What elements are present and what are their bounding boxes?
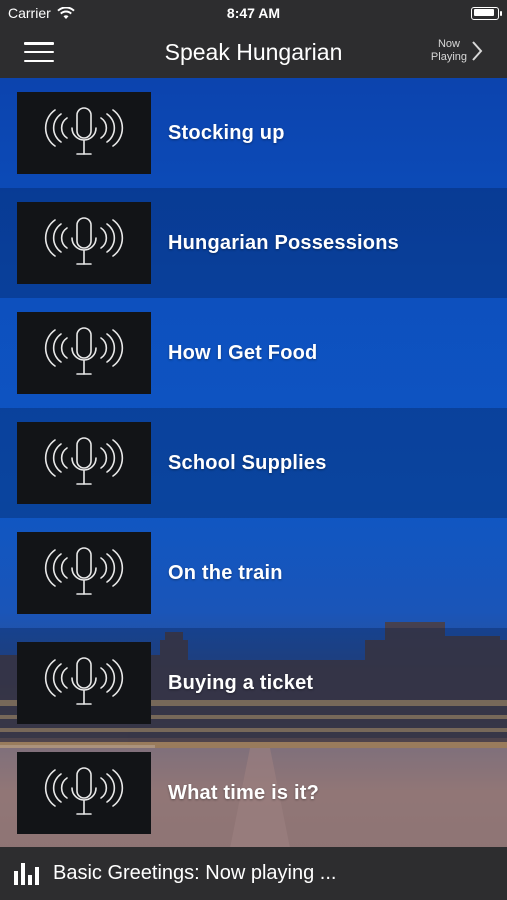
lesson-thumbnail [17,752,151,834]
lesson-thumbnail [17,642,151,724]
status-bar: Carrier 8:47 AM [0,0,507,26]
microphone-icon [44,437,124,485]
chevron-right-icon [472,41,483,61]
equalizer-icon [14,862,39,885]
microphone-icon [44,327,124,375]
navigation-bar: Speak Hungarian Now Playing [0,26,507,78]
lesson-row[interactable]: School Supplies [0,408,507,518]
lesson-list: Stocking up Hungarian Possessions How I … [0,78,507,848]
lesson-thumbnail [17,92,151,174]
lesson-row[interactable]: What time is it? [0,738,507,848]
lesson-title: How I Get Food [168,341,318,364]
now-playing-button[interactable]: Now Playing [431,38,483,64]
lesson-thumbnail [17,312,151,394]
lesson-title: Buying a ticket [168,671,314,694]
lesson-row[interactable]: Buying a ticket [0,628,507,738]
battery-icon [471,6,502,20]
microphone-icon [44,217,124,265]
lesson-thumbnail [17,422,151,504]
lesson-row[interactable]: Hungarian Possessions [0,188,507,298]
mini-player[interactable]: Basic Greetings: Now playing ... [0,847,507,900]
lesson-thumbnail [17,532,151,614]
lesson-title: Hungarian Possessions [168,231,399,254]
now-playing-text: Basic Greetings: Now playing ... [53,862,337,884]
lesson-row[interactable]: On the train [0,518,507,628]
lesson-row[interactable]: How I Get Food [0,298,507,408]
lesson-title: School Supplies [168,451,327,474]
microphone-icon [44,107,124,155]
lesson-thumbnail [17,202,151,284]
microphone-icon [44,657,124,705]
lesson-title: On the train [168,561,283,584]
microphone-icon [44,767,124,815]
carrier-label: Carrier [8,5,51,21]
wifi-icon [57,6,75,19]
lesson-title: Stocking up [168,121,285,144]
microphone-icon [44,547,124,595]
now-playing-label-line1: Now [437,38,460,50]
clock: 8:47 AM [226,5,281,21]
now-playing-label-line2: Playing [430,51,467,63]
lesson-title: What time is it? [168,781,319,804]
lesson-row[interactable]: Stocking up [0,78,507,188]
